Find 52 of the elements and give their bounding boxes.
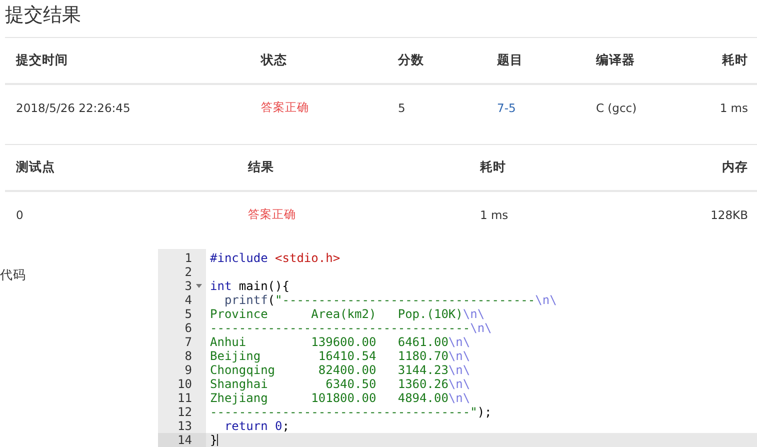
code-line: } (210, 433, 218, 447)
table-cell: 2018/5/26 22:26:45 (16, 100, 130, 114)
line-number: 2 (184, 265, 192, 279)
column-header: 内存 (722, 159, 748, 174)
table-cell: 1 ms (480, 208, 508, 222)
text-cursor (217, 434, 218, 446)
code-line: ------------------------------------\n\ (210, 321, 492, 335)
line-number: 10 (178, 377, 192, 391)
column-header: 耗时 (722, 52, 748, 67)
column-header: 耗时 (480, 159, 506, 174)
page-title: 提交结果 (5, 3, 82, 28)
line-number: 9 (184, 363, 192, 377)
code-label: 代码 (0, 266, 27, 284)
column-header: 编译器 (596, 52, 635, 67)
column-header: 提交时间 (16, 52, 68, 67)
code-line: Zhejiang 101800.00 4894.00\n\ (210, 391, 470, 405)
column-header: 结果 (248, 159, 274, 174)
code-line: Anhui 139600.00 6461.00\n\ (210, 335, 470, 349)
line-number: 1 (184, 251, 192, 265)
table-cell: C (gcc) (596, 100, 637, 114)
status-text: 答案正确 (248, 207, 296, 221)
code-line: #include <stdio.h> (210, 251, 340, 265)
fold-icon[interactable] (196, 284, 202, 288)
code-line: Province Area(km2) Pop.(10K)\n\ (210, 307, 485, 321)
code-line: Beijing 16410.54 1180.70\n\ (210, 349, 470, 363)
table-cell: 1 ms (720, 100, 748, 114)
line-number: 13 (178, 419, 192, 433)
line-number: 3 (184, 279, 192, 293)
line-number: 6 (184, 321, 192, 335)
line-number: 5 (184, 307, 192, 321)
problem-link[interactable]: 7-5 (497, 100, 516, 114)
line-number: 12 (178, 405, 192, 419)
line-number: 14 (178, 433, 192, 447)
table-cell: 5 (398, 100, 406, 114)
line-number: 8 (184, 349, 192, 363)
table-cell: 128KB (710, 208, 748, 222)
code-line: ------------------------------------"); (210, 405, 492, 419)
code-line: printf("-----------------------------------\n\ (223, 293, 557, 307)
column-header: 测试点 (16, 159, 55, 174)
code-line: Shanghai 6340.50 1360.26\n\ (210, 377, 470, 391)
column-header: 状态 (261, 52, 287, 67)
column-header: 分数 (398, 52, 424, 67)
table-cell: 0 (16, 208, 24, 222)
status-text: 答案正确 (261, 100, 309, 114)
column-header: 题目 (497, 52, 523, 67)
line-number: 7 (184, 335, 192, 349)
code-line: int main(){ (210, 279, 290, 293)
code-line: return 0; (223, 419, 290, 433)
code-line: Chongqing 82400.00 3144.23\n\ (210, 363, 470, 377)
line-number: 4 (184, 293, 192, 307)
code-editor[interactable] (158, 249, 757, 447)
line-number: 11 (178, 391, 192, 405)
